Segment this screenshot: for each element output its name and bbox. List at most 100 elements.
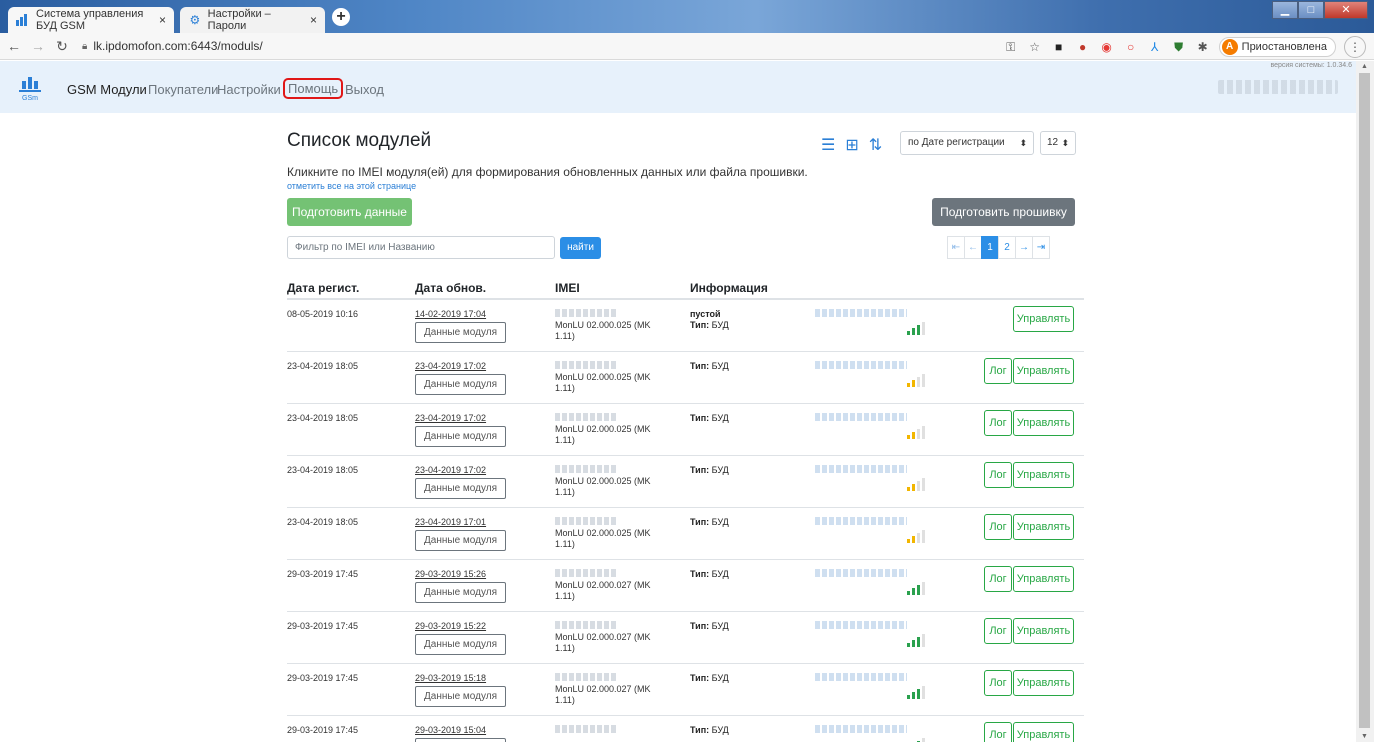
manage-button[interactable]: Управлять bbox=[1013, 618, 1074, 644]
manage-button[interactable]: Управлять bbox=[1013, 410, 1074, 436]
prev-page-icon[interactable]: ← bbox=[964, 236, 982, 259]
imei-cell[interactable]: MonLU 02.000.025 (MK 1.11) bbox=[555, 309, 665, 342]
url-field[interactable]: 🔒︎ lk.ipdomofon.com:6443/moduls/ bbox=[82, 39, 263, 53]
log-button[interactable]: Лог bbox=[984, 566, 1012, 592]
scroll-down-icon[interactable]: ▼ bbox=[1361, 733, 1368, 740]
puzzle-icon[interactable]: ✱ bbox=[1195, 40, 1211, 54]
module-data-button[interactable]: Данные модуля bbox=[415, 738, 506, 742]
module-data-button[interactable]: Данные модуля bbox=[415, 322, 506, 343]
upd-date[interactable]: 23-04-2019 17:02 bbox=[415, 465, 486, 475]
forward-arrow-icon[interactable]: → bbox=[28, 38, 48, 54]
kebab-menu-icon[interactable]: ⋮ bbox=[1344, 36, 1366, 58]
manage-button[interactable]: Управлять bbox=[1013, 670, 1074, 696]
scroll-up-icon[interactable]: ▲ bbox=[1361, 63, 1368, 70]
tab-close-icon[interactable]: × bbox=[159, 13, 166, 27]
upd-date[interactable]: 23-04-2019 17:02 bbox=[415, 413, 486, 423]
page-scrollbar[interactable]: ▲ ▼ bbox=[1356, 61, 1374, 742]
manage-button[interactable]: Управлять bbox=[1013, 722, 1074, 742]
imei-cell[interactable]: MonLU 02.000.025 (MK 1.11) bbox=[555, 465, 665, 498]
new-tab-button[interactable]: + bbox=[332, 8, 350, 26]
per-page-select[interactable]: 12 ⬍ bbox=[1040, 131, 1076, 155]
manage-button[interactable]: Управлять bbox=[1013, 462, 1074, 488]
blurred-phone[interactable] bbox=[815, 413, 907, 421]
col-info[interactable]: Информация bbox=[690, 281, 768, 295]
col-imei[interactable]: IMEI bbox=[555, 281, 580, 295]
list-view-icon[interactable]: ☰ bbox=[821, 135, 835, 155]
blurred-imei[interactable] bbox=[555, 309, 617, 317]
manage-button[interactable]: Управлять bbox=[1013, 566, 1074, 592]
upd-date[interactable]: 29-03-2019 15:04 bbox=[415, 725, 486, 735]
nav-settings[interactable]: Настройки bbox=[217, 82, 281, 97]
manage-button[interactable]: Управлять bbox=[1013, 358, 1074, 384]
imei-cell[interactable]: MonLU 02.000.025 (MK 1.11) bbox=[555, 361, 665, 394]
first-page-icon[interactable]: ⇤ bbox=[947, 236, 965, 259]
upd-date[interactable]: 14-02-2019 17:04 bbox=[415, 309, 486, 319]
extension-ring-icon[interactable]: ○ bbox=[1123, 40, 1139, 54]
log-button[interactable]: Лог bbox=[984, 410, 1012, 436]
find-button[interactable]: найти bbox=[560, 237, 601, 259]
blurred-imei[interactable] bbox=[555, 725, 617, 733]
blurred-phone[interactable] bbox=[815, 621, 907, 629]
sort-direction-icon[interactable]: ⇅ bbox=[869, 135, 882, 155]
imei-cell[interactable] bbox=[555, 725, 665, 736]
manage-button[interactable]: Управлять bbox=[1013, 514, 1074, 540]
sort-select[interactable]: по Дате регистрации ⬍ bbox=[900, 131, 1034, 155]
shield-icon[interactable]: ⛊ bbox=[1171, 40, 1187, 55]
blurred-imei[interactable] bbox=[555, 465, 617, 473]
blurred-phone[interactable] bbox=[815, 517, 907, 525]
select-all-link[interactable]: отметить все на этой странице bbox=[287, 181, 416, 191]
nav-logout[interactable]: Выход bbox=[345, 82, 384, 97]
upd-date[interactable]: 23-04-2019 17:01 bbox=[415, 517, 486, 527]
filter-input[interactable]: Фильтр по IMEI или Названию bbox=[287, 236, 555, 259]
reload-icon[interactable]: ↻ bbox=[52, 38, 72, 55]
page-2[interactable]: 2 bbox=[998, 236, 1016, 259]
imei-cell[interactable]: MonLU 02.000.027 (MK 1.11) bbox=[555, 569, 665, 602]
blurred-imei[interactable] bbox=[555, 673, 617, 681]
blurred-phone[interactable] bbox=[815, 725, 907, 733]
log-button[interactable]: Лог bbox=[984, 514, 1012, 540]
blurred-phone[interactable] bbox=[815, 569, 907, 577]
blurred-imei[interactable] bbox=[555, 361, 617, 369]
log-button[interactable]: Лог bbox=[984, 670, 1012, 696]
extension-square-icon[interactable]: ■ bbox=[1051, 40, 1067, 54]
next-page-icon[interactable]: → bbox=[1015, 236, 1033, 259]
log-button[interactable]: Лог bbox=[984, 722, 1012, 742]
blurred-imei[interactable] bbox=[555, 413, 617, 421]
log-button[interactable]: Лог bbox=[984, 618, 1012, 644]
module-data-button[interactable]: Данные модуля bbox=[415, 582, 506, 603]
blurred-imei[interactable] bbox=[555, 569, 617, 577]
prepare-firmware-button[interactable]: Подготовить прошивку bbox=[932, 198, 1075, 226]
imei-cell[interactable]: MonLU 02.000.025 (MK 1.11) bbox=[555, 413, 665, 446]
col-reg-date[interactable]: Дата регист. bbox=[287, 281, 359, 295]
blurred-phone[interactable] bbox=[815, 309, 907, 317]
blurred-phone[interactable] bbox=[815, 361, 907, 369]
imei-cell[interactable]: MonLU 02.000.025 (MK 1.11) bbox=[555, 517, 665, 550]
col-upd-date[interactable]: Дата обнов. bbox=[415, 281, 486, 295]
star-icon[interactable]: ☆ bbox=[1027, 40, 1043, 54]
module-data-button[interactable]: Данные модуля bbox=[415, 426, 506, 447]
minimize-button[interactable]: ▁ bbox=[1272, 1, 1298, 19]
blurred-phone[interactable] bbox=[815, 673, 907, 681]
blurred-imei[interactable] bbox=[555, 517, 617, 525]
grid-view-icon[interactable]: ⊞ bbox=[845, 135, 858, 155]
last-page-icon[interactable]: ⇥ bbox=[1032, 236, 1050, 259]
imei-cell[interactable]: MonLU 02.000.027 (MK 1.11) bbox=[555, 673, 665, 706]
maximize-button[interactable]: □ bbox=[1298, 1, 1324, 19]
page-1[interactable]: 1 bbox=[981, 236, 999, 259]
upd-date[interactable]: 23-04-2019 17:02 bbox=[415, 361, 486, 371]
extension-arrow-icon[interactable]: ⅄ bbox=[1147, 40, 1163, 54]
module-data-button[interactable]: Данные модуля bbox=[415, 634, 506, 655]
extension-circle-icon[interactable]: ◉ bbox=[1099, 40, 1115, 54]
blurred-imei[interactable] bbox=[555, 621, 617, 629]
gsm-logo-icon[interactable]: GSm bbox=[19, 75, 41, 101]
nav-brand[interactable]: GSM Модули bbox=[67, 82, 147, 97]
extension-face-icon[interactable]: ● bbox=[1075, 40, 1091, 54]
tab-close-icon[interactable]: × bbox=[310, 13, 317, 27]
module-data-button[interactable]: Данные модуля bbox=[415, 530, 506, 551]
close-window-button[interactable]: ✕ bbox=[1324, 1, 1368, 19]
prepare-data-button[interactable]: Подготовить данные bbox=[287, 198, 412, 226]
manage-button[interactable]: Управлять bbox=[1013, 306, 1074, 332]
scroll-thumb[interactable] bbox=[1359, 73, 1370, 728]
module-data-button[interactable]: Данные модуля bbox=[415, 374, 506, 395]
nav-help[interactable]: Помощь bbox=[283, 78, 344, 99]
